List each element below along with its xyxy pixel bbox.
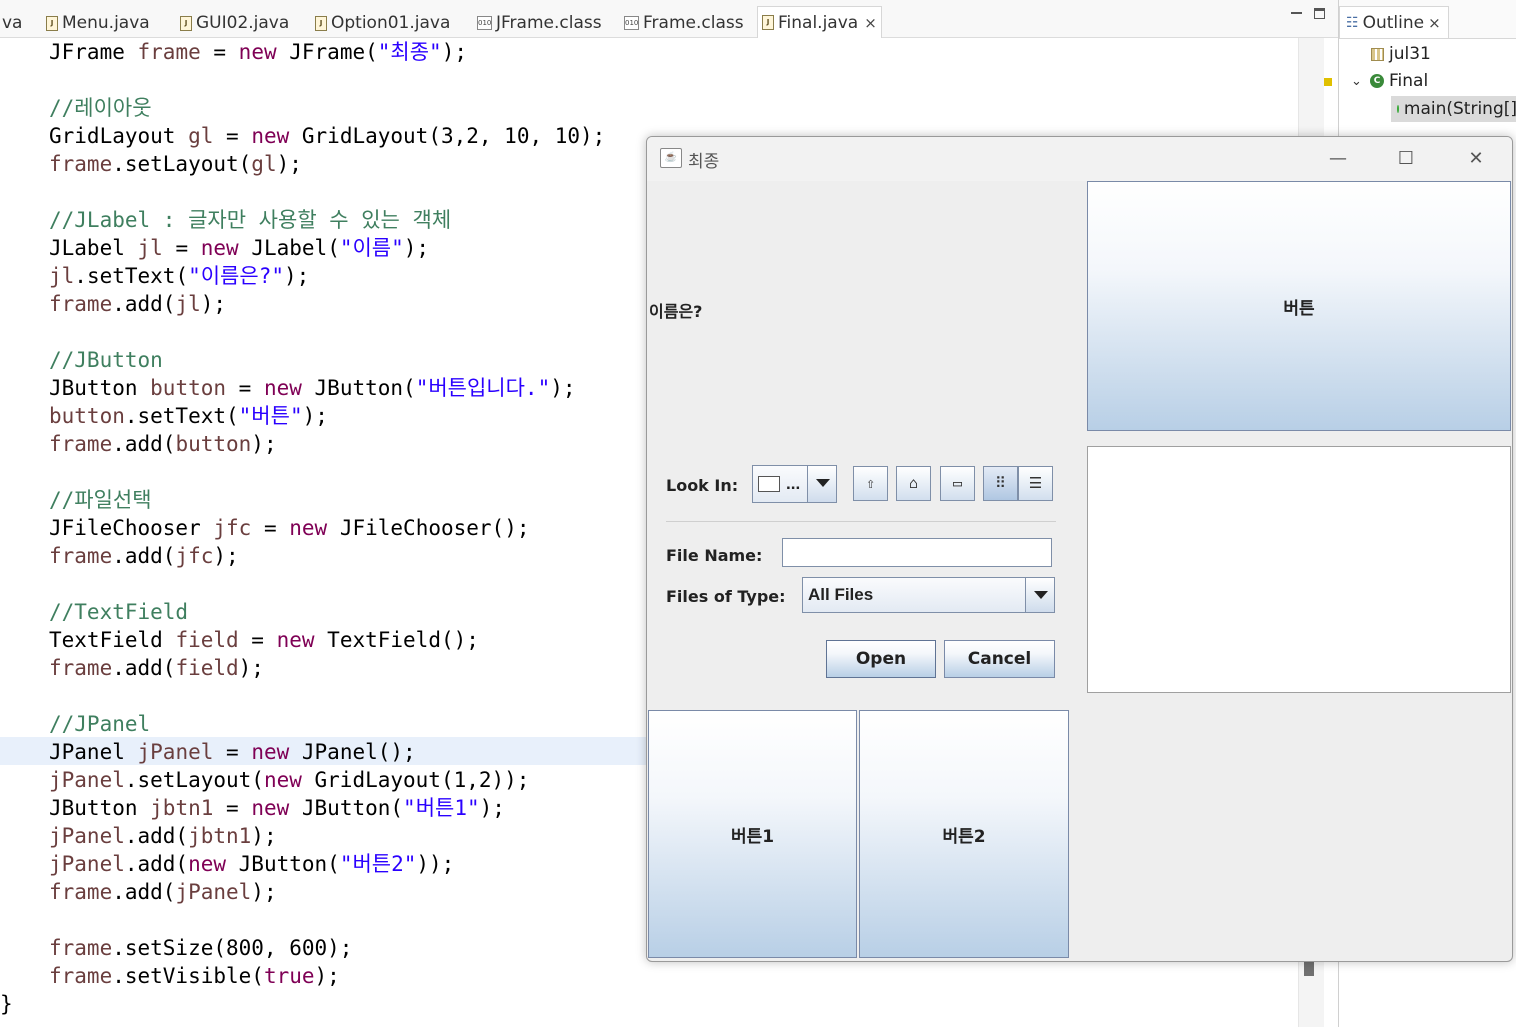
- home-icon[interactable]: ⌂: [896, 466, 931, 501]
- look-in-value: ...: [786, 474, 801, 493]
- outline-title: Outline: [1362, 12, 1425, 33]
- java-file-icon: J: [315, 15, 327, 31]
- code-line[interactable]: frame.setLayout(gl);: [49, 150, 302, 178]
- code-line[interactable]: jl.setText("이름은?");: [49, 262, 309, 290]
- editor-tab-bar: va J Menu.java J GUI02.java J Option01.java…: [0, 0, 1338, 38]
- package-icon: [1371, 47, 1384, 61]
- main-button[interactable]: 버튼: [1087, 181, 1511, 431]
- editor-scrollbar-thumb[interactable]: [1304, 960, 1314, 976]
- tab-label: Menu.java: [62, 13, 150, 33]
- tab-label: Option01.java: [331, 13, 451, 33]
- code-line[interactable]: GridLayout gl = new GridLayout(3,2, 10, …: [49, 122, 605, 150]
- java-file-icon: J: [762, 15, 774, 30]
- close-icon[interactable]: ×: [1428, 14, 1441, 32]
- window-title: 최종: [688, 152, 720, 172]
- outline-icon: ☷: [1346, 14, 1359, 31]
- close-button[interactable]: ✕: [1453, 145, 1499, 173]
- list-view-icon[interactable]: ⠿: [983, 466, 1018, 501]
- code-line[interactable]: JButton jbtn1 = new JButton("버튼1");: [49, 794, 505, 822]
- java-window: ☕ 최종 — ☐ ✕ 이름은? 버튼 Look In: ... ⇧ ⌂ ▭ ⠿ …: [646, 136, 1513, 962]
- class-file-icon: 010: [624, 16, 639, 30]
- chevron-down-icon[interactable]: [807, 466, 836, 502]
- name-label: 이름은?: [649, 302, 703, 321]
- outline-item-method[interactable]: main(String[]: [1391, 96, 1516, 122]
- outline-item-class[interactable]: ⌄ C Final: [1351, 68, 1428, 94]
- minimize-icon[interactable]: [1291, 8, 1302, 14]
- code-line[interactable]: button.setText("버튼");: [49, 402, 328, 430]
- text-field[interactable]: [1087, 446, 1511, 693]
- panel-button-2[interactable]: 버튼2: [859, 710, 1069, 958]
- tab-label: Final.java: [778, 12, 859, 33]
- code-line[interactable]: //파일선택: [49, 486, 152, 514]
- up-one-level-icon[interactable]: ⇧: [853, 466, 888, 501]
- tab-frame-class[interactable]: 010 Frame.class: [620, 9, 748, 37]
- tab-gui02-java[interactable]: J GUI02.java: [176, 9, 293, 37]
- code-line[interactable]: frame.add(field);: [49, 654, 264, 682]
- look-in-label: Look In:: [666, 476, 739, 495]
- minimize-button[interactable]: —: [1315, 145, 1361, 173]
- tab-label: GUI02.java: [196, 13, 290, 33]
- code-line[interactable]: frame.setSize(800, 600);: [49, 934, 352, 962]
- method-icon: [1397, 105, 1399, 113]
- java-file-icon: J: [46, 15, 58, 31]
- window-title-bar[interactable]: ☕ 최종 — ☐ ✕: [647, 137, 1512, 181]
- open-button[interactable]: Open: [826, 640, 936, 678]
- chooser-divider: [666, 521, 1056, 522]
- code-line[interactable]: frame.add(jfc);: [49, 542, 239, 570]
- tab-outline[interactable]: ☷ Outline ×: [1339, 6, 1449, 38]
- outline-item-label: Final: [1389, 71, 1429, 91]
- code-line[interactable]: //JPanel: [49, 710, 150, 738]
- maximize-icon[interactable]: [1314, 8, 1325, 19]
- java-file-icon: J: [180, 15, 192, 31]
- outline-item-package[interactable]: jul31: [1371, 41, 1431, 67]
- code-line[interactable]: frame.add(jPanel);: [49, 878, 277, 906]
- close-icon[interactable]: ×: [864, 14, 877, 32]
- code-line[interactable]: JFileChooser jfc = new JFileChooser();: [49, 514, 529, 542]
- files-of-type-select[interactable]: All Files: [802, 577, 1055, 613]
- code-line[interactable]: //JButton: [49, 346, 163, 374]
- cancel-button[interactable]: Cancel: [944, 640, 1055, 678]
- tab-option01-java[interactable]: J Option01.java: [311, 9, 454, 37]
- panel-button-1[interactable]: 버튼1: [648, 710, 857, 958]
- tab-jframe-class[interactable]: 010 JFrame.class: [473, 9, 606, 37]
- code-line[interactable]: frame.setVisible(true);: [49, 962, 340, 990]
- outline-item-label: main(String[]: [1403, 99, 1516, 119]
- file-name-input[interactable]: [782, 538, 1052, 567]
- java-cup-icon: ☕: [660, 148, 682, 168]
- files-of-type-value: All Files: [808, 585, 874, 604]
- tab-label: JFrame.class: [496, 13, 602, 33]
- tab-label: Frame.class: [643, 13, 744, 33]
- new-folder-icon[interactable]: ▭: [940, 466, 975, 501]
- code-line[interactable]: TextField field = new TextField();: [49, 626, 479, 654]
- code-line[interactable]: //JLabel : 글자만 사용할 수 있는 객체: [49, 206, 451, 234]
- code-line[interactable]: JFrame frame = new JFrame("최종");: [49, 38, 467, 66]
- tab-final-java[interactable]: J Final.java ×: [757, 6, 882, 38]
- code-line[interactable]: }: [0, 990, 13, 1018]
- class-icon: C: [1370, 74, 1384, 88]
- code-line[interactable]: //TextField: [49, 598, 188, 626]
- tab-menu-java[interactable]: J Menu.java: [42, 9, 154, 37]
- code-line[interactable]: jPanel.add(jbtn1);: [49, 822, 277, 850]
- chevron-down-icon[interactable]: ⌄: [1351, 74, 1365, 89]
- code-line[interactable]: frame.add(button);: [49, 430, 277, 458]
- code-line[interactable]: JButton button = new JButton("버튼입니다.");: [49, 374, 576, 402]
- code-line[interactable]: JPanel jPanel = new JPanel();: [49, 738, 416, 766]
- outline-item-label: jul31: [1389, 44, 1431, 64]
- tab-partial[interactable]: va: [0, 9, 26, 37]
- chevron-down-icon[interactable]: [1025, 578, 1054, 612]
- file-name-label: File Name:: [666, 546, 763, 565]
- class-file-icon: 010: [477, 16, 492, 30]
- code-line[interactable]: JLabel jl = new JLabel("이름");: [49, 234, 429, 262]
- details-view-icon[interactable]: ☰: [1018, 466, 1053, 501]
- files-of-type-label: Files of Type:: [666, 587, 786, 606]
- code-line[interactable]: //레이아웃: [49, 94, 152, 122]
- code-line[interactable]: frame.add(jl);: [49, 290, 226, 318]
- overview-ruler-marker[interactable]: [1324, 78, 1332, 86]
- look-in-combo[interactable]: ...: [752, 465, 837, 503]
- tab-label: va: [2, 13, 23, 33]
- code-line[interactable]: jPanel.setLayout(new GridLayout(1,2));: [49, 766, 529, 794]
- code-line[interactable]: jPanel.add(new JButton("버튼2"));: [49, 850, 454, 878]
- folder-icon: [758, 476, 780, 492]
- maximize-button[interactable]: ☐: [1383, 145, 1429, 173]
